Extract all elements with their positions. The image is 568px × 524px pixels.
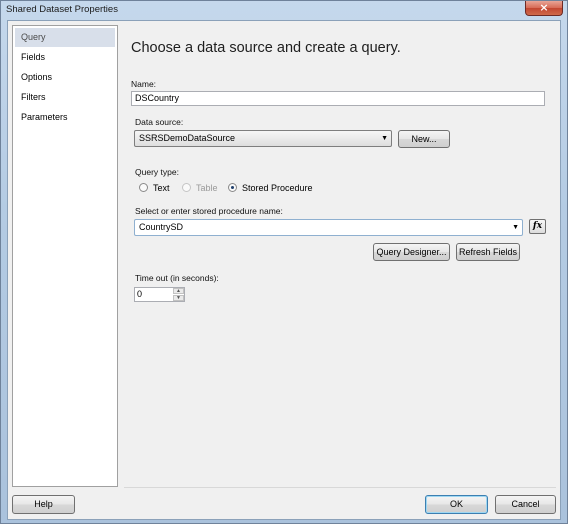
- nav-item-options[interactable]: Options: [15, 68, 115, 87]
- chevron-down-icon[interactable]: ▼: [512, 220, 519, 235]
- query-page: Choose a data source and create a query.…: [122, 25, 556, 485]
- radio-text[interactable]: Text: [139, 183, 170, 194]
- radio-text-label: Text: [153, 183, 170, 193]
- query-designer-button[interactable]: Query Designer...: [373, 243, 450, 261]
- name-label: Name:: [131, 79, 157, 89]
- nav-item-parameters[interactable]: Parameters: [15, 108, 115, 127]
- radio-table-label: Table: [196, 183, 218, 193]
- timeout-value: 0: [137, 289, 143, 299]
- chevron-down-icon: ▼: [381, 135, 388, 142]
- datasource-label: Data source:: [135, 117, 184, 127]
- nav-item-query[interactable]: Query: [15, 28, 115, 47]
- stored-procedure-value: CountrySD: [139, 222, 184, 232]
- window-title: Shared Dataset Properties: [6, 4, 118, 15]
- query-type-label: Query type:: [135, 167, 179, 177]
- dialog-window: Shared Dataset Properties × Query Fields…: [0, 0, 568, 524]
- radio-table-button: [182, 183, 191, 192]
- radio-table: Table: [182, 183, 218, 194]
- radio-stored-procedure-label: Stored Procedure: [242, 183, 313, 193]
- title-bar[interactable]: Shared Dataset Properties ×: [1, 1, 567, 19]
- name-field[interactable]: DSCountry: [131, 91, 545, 106]
- footer-divider: [124, 487, 556, 488]
- nav-item-fields[interactable]: Fields: [15, 48, 115, 67]
- radio-stored-procedure-button[interactable]: [228, 183, 237, 192]
- refresh-fields-button[interactable]: Refresh Fields: [456, 243, 520, 261]
- radio-stored-procedure[interactable]: Stored Procedure: [228, 183, 313, 194]
- expression-fx-button[interactable]: fx: [529, 219, 546, 234]
- spin-up-icon[interactable]: ▲: [173, 288, 184, 294]
- spin-down-icon[interactable]: ▼: [173, 295, 184, 301]
- help-button[interactable]: Help: [12, 495, 75, 514]
- spin-buttons: ▲ ▼: [173, 288, 184, 301]
- datasource-value: SSRSDemoDataSource: [139, 133, 236, 143]
- nav-item-filters[interactable]: Filters: [15, 88, 115, 107]
- datasource-dropdown[interactable]: SSRSDemoDataSource ▼: [134, 130, 392, 147]
- stored-procedure-label: Select or enter stored procedure name:: [135, 206, 283, 216]
- ok-button[interactable]: OK: [425, 495, 488, 514]
- page-heading: Choose a data source and create a query.: [131, 40, 401, 56]
- timeout-label: Time out (in seconds):: [135, 273, 219, 283]
- dialog-client-area: Query Fields Options Filters Parameters …: [7, 20, 561, 520]
- timeout-spinner[interactable]: 0 ▲ ▼: [134, 287, 185, 302]
- page-nav-list: Query Fields Options Filters Parameters: [12, 25, 118, 487]
- close-button[interactable]: ×: [525, 1, 563, 16]
- cancel-button[interactable]: Cancel: [495, 495, 556, 514]
- radio-text-button[interactable]: [139, 183, 148, 192]
- stored-procedure-combobox[interactable]: CountrySD ▼: [134, 219, 523, 236]
- new-datasource-button[interactable]: New...: [398, 130, 450, 148]
- close-icon: ×: [539, 1, 549, 14]
